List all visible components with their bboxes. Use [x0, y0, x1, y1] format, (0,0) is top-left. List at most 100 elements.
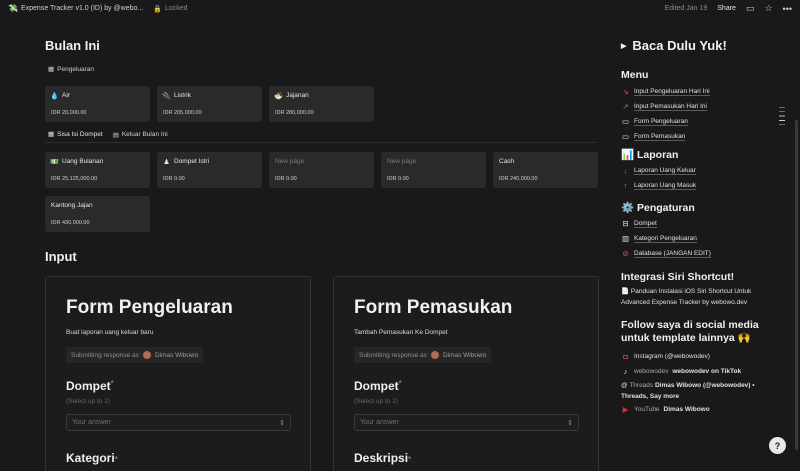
submitting-label: Submitting response as [71, 351, 139, 359]
link-label: Input Pengeluaran Hari Ini [634, 87, 710, 96]
question-label-dompet: Dompet* [354, 379, 578, 393]
plug-icon: 🔌 [162, 92, 171, 100]
arrow-up-icon: ↑ [623, 181, 628, 190]
card-dompet-istri[interactable]: ♟ Dompet Istri IDR 0.00 [157, 152, 262, 188]
link-label: Input Pemasukan Hari Ini [634, 102, 707, 111]
more-icon[interactable]: ••• [783, 4, 792, 14]
card-title: Jajanan [286, 92, 309, 99]
link-siri-guide[interactable]: 📄 Panduan Instalasi iOS Siri Shortcut Un… [621, 287, 776, 308]
card-value: IDR 280,000.00 [275, 110, 314, 116]
page-title[interactable]: Expense Tracker v1.0 (ID) by @webo... [21, 5, 143, 12]
avatar [430, 351, 439, 359]
no-entry-icon: ⊘ [622, 249, 629, 258]
tab-label: Sisa Isi Dompet [57, 130, 103, 138]
tab-pengeluaran[interactable]: ▦ Pengeluaran [48, 65, 94, 77]
link-label: Form Pengeluaran [634, 117, 688, 126]
help-button[interactable]: ? [769, 437, 786, 454]
required-mark: * [110, 379, 114, 388]
link-input-pengeluaran[interactable]: ↘ Input Pengeluaran Hari Ini [621, 84, 776, 99]
youtube-icon: ▶ [622, 405, 629, 414]
card-value: IDR 0.00 [387, 176, 409, 182]
link-label: Kategori Pengeluaran [634, 234, 697, 243]
question-label-dompet: Dompet* [66, 379, 290, 393]
locked-indicator[interactable]: 🔒 Locked [153, 5, 187, 13]
top-bar: 💸 Expense Tracker v1.0 (ID) by @webo... … [0, 0, 800, 17]
form-description: Tambah Pemasukan Ke Dompet [354, 329, 448, 336]
dompet-select[interactable]: Your answer ⇕ [354, 414, 579, 431]
triangle-right-icon: ▶ [621, 42, 627, 50]
select-placeholder: Your answer [360, 419, 399, 426]
card-new-page[interactable]: New page IDR 0.00 [269, 152, 374, 188]
money-icon: 💵 [50, 158, 59, 166]
page-breadcrumb[interactable]: 💸 Expense Tracker v1.0 (ID) by @webo... [0, 4, 143, 13]
page-emoji-icon: 💸 [8, 4, 18, 13]
follow-heading: Follow saya di social media untuk templa… [621, 319, 759, 344]
card-air[interactable]: 💧 Air IDR 20,000.00 [45, 86, 150, 122]
link-form-pengeluaran[interactable]: ▭ Form Pengeluaran [621, 114, 776, 129]
required-mark: * [114, 455, 118, 464]
dompet-select[interactable]: Your answer ⇕ [66, 414, 291, 431]
tab-divider [45, 142, 597, 143]
scrollbar[interactable] [795, 120, 798, 450]
link-dompet[interactable]: ⊟ Dompet [621, 216, 776, 231]
question-text: Dompet [354, 379, 399, 393]
snack-icon: 🍜 [274, 92, 283, 100]
arrow-up-right-icon: ↗ [622, 102, 629, 111]
woman-icon: ♟ [163, 158, 170, 166]
lock-icon: 🔒 [153, 5, 162, 13]
card-new-page[interactable]: New page IDR 0.00 [381, 152, 486, 188]
link-tiktok[interactable]: ♪ webowodev webowodev on TikTok [621, 364, 776, 379]
arrow-down-icon: ↓ [623, 166, 628, 175]
link-label: Database (JANGAN EDIT) [634, 249, 711, 258]
link-label: Laporan Uang Masuk [634, 181, 697, 190]
link-form-pemasukan[interactable]: ▭ Form Pemasukan [621, 129, 776, 144]
link-kategori-pengeluaran[interactable]: ▥ Kategori Pengeluaran [621, 231, 776, 246]
edited-timestamp[interactable]: Edited Jan 19 [664, 5, 707, 12]
question-hint: (Select up to 1) [66, 398, 111, 405]
chevron-updown-icon: ⇕ [279, 419, 285, 427]
star-icon[interactable]: ☆ [764, 3, 772, 14]
gallery-icon: ▦ [48, 66, 55, 73]
card-title: New page [387, 158, 417, 165]
card-listrik[interactable]: 🔌 Listrik IDR 205,000.00 [157, 86, 262, 122]
right-sidebar: ▶ Baca Dulu Yuk! Menu ↘ Input Pengeluara… [621, 38, 776, 417]
link-database[interactable]: ⊘ Database (JANGAN EDIT) [621, 246, 776, 261]
link-laporan-keluar[interactable]: ↓ Laporan Uang Keluar [621, 163, 776, 178]
link-label: Instagram (@webowodev) [634, 353, 710, 360]
link-input-pemasukan[interactable]: ↗ Input Pemasukan Hari Ini [621, 99, 776, 114]
card-jajanan[interactable]: 🍜 Jajanan IDR 280,000.00 [269, 86, 374, 122]
link-label: Dompet [634, 219, 657, 228]
link-label-muted: Threads [629, 382, 654, 389]
card-cash[interactable]: Cash IDR 240,000.00 [493, 152, 598, 188]
card-title: Dompet Istri [174, 158, 210, 165]
card-kantong-jajan[interactable]: Kantong Jajan IDR 430,000.00 [45, 196, 150, 232]
expense-cards: 💧 Air IDR 20,000.00 🔌 Listrik IDR 205,000.… [45, 86, 385, 122]
outline-mark [779, 123, 785, 125]
menu-heading: Menu [621, 69, 649, 81]
link-instagram[interactable]: ◘ Instagram (@webowodev) [621, 349, 776, 364]
form-description: Buat laporan uang keluar baru [66, 329, 154, 336]
comment-icon[interactable]: ▭ [746, 3, 755, 14]
card-uang-bulanan[interactable]: 💵 Uang Bulanan IDR 25,125,000.00 [45, 152, 150, 188]
wallet-icon: ⊟ [622, 219, 629, 228]
card-value: IDR 20,000.00 [51, 110, 87, 116]
submitting-as-badge: Submitting response as Dimas Wibowo [354, 347, 492, 363]
laporan-heading: 📊 Laporan [621, 149, 679, 161]
card-title: Air [62, 92, 70, 99]
card-value: IDR 0.00 [275, 176, 297, 182]
question-hint: (Select up to 1) [354, 398, 399, 405]
forms-row: Form Pengeluaran Buat laporan uang kelua… [45, 276, 599, 471]
page-outline-markers[interactable] [779, 107, 785, 125]
tab-label: Keluar Bulan Ini [121, 131, 168, 138]
link-youtube[interactable]: ▶ YouTube Dimas Wibowo [621, 402, 776, 417]
outline-mark-active [779, 119, 785, 121]
threads-icon: @ [621, 382, 628, 389]
user-name: Dimas Wibowo [154, 351, 199, 359]
gallery-icon: ▦ [48, 131, 55, 138]
toggle-baca-dulu[interactable]: ▶ Baca Dulu Yuk! [621, 38, 776, 53]
tiktok-icon: ♪ [623, 367, 628, 376]
link-threads[interactable]: @ Threads Dimas Wibowo (@webowodev) • Th… [621, 381, 776, 402]
share-button[interactable]: Share [717, 5, 736, 12]
link-laporan-masuk[interactable]: ↑ Laporan Uang Masuk [621, 178, 776, 193]
form-title: Form Pengeluaran [66, 297, 233, 318]
